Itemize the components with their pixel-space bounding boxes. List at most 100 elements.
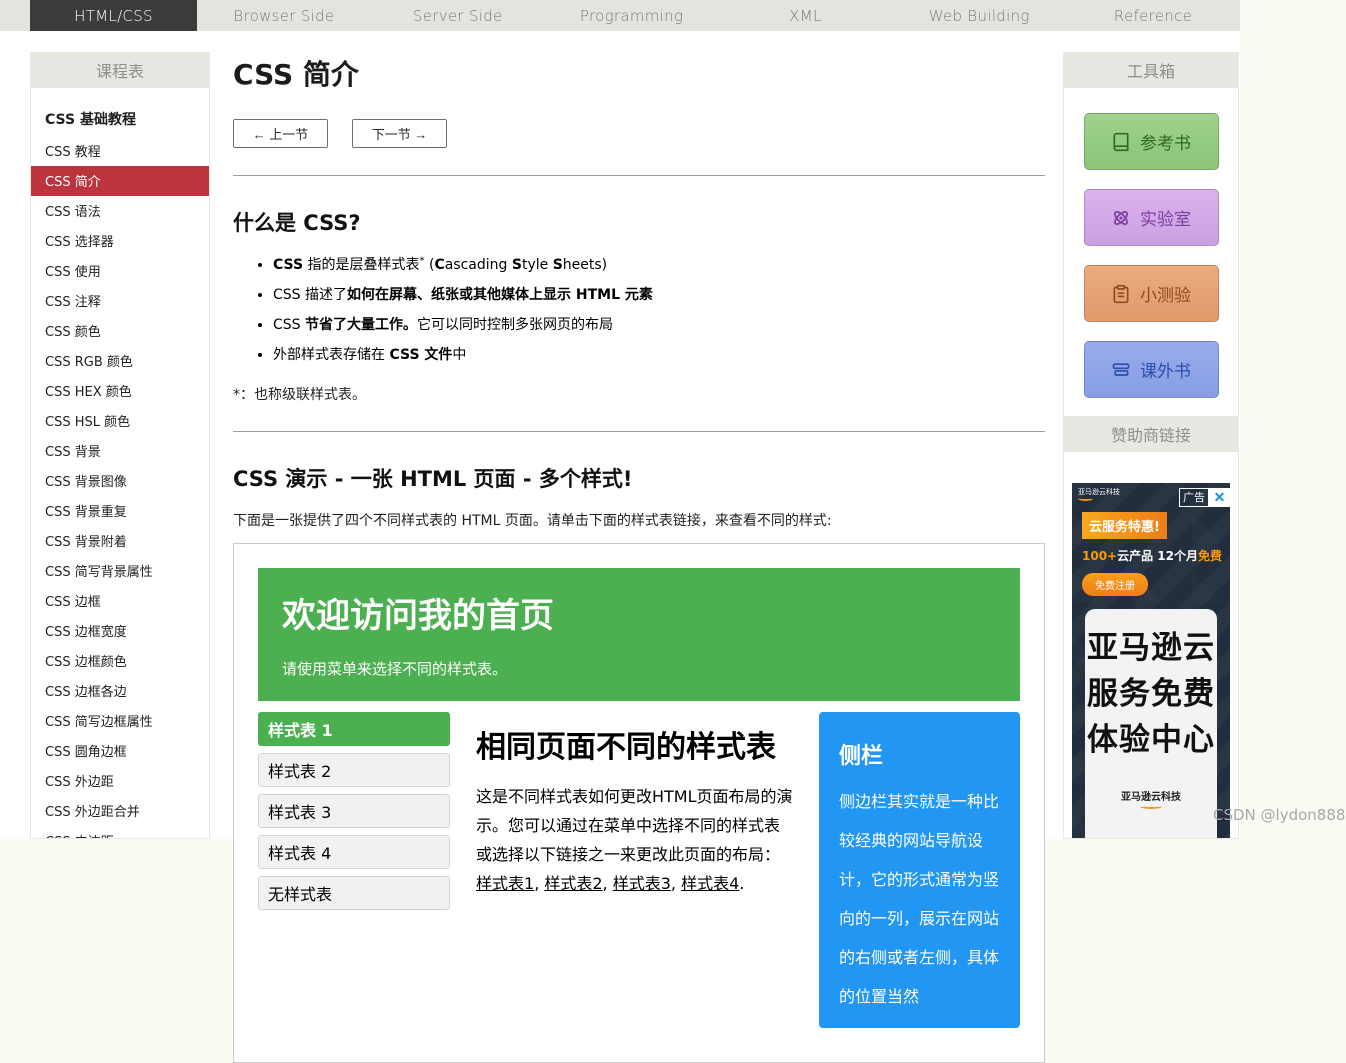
course-item[interactable]: CSS 圆角边框	[31, 736, 209, 766]
demo-sidebar: 侧栏 侧边栏其实就是一种比较经典的网站导航设计，它的形式通常为竖向的一列，展示在…	[819, 712, 1020, 1028]
course-sidebar: 课程表 CSS 基础教程CSS 教程CSS 简介CSS 语法CSS 选择器CSS…	[30, 52, 210, 839]
css-facts-list: CSS 指的是层叠样式表* (Cascading Style Sheets) CS…	[256, 254, 1045, 364]
course-item[interactable]: CSS 简写边框属性	[31, 706, 209, 736]
ad-flags: 广告 ✕	[1179, 488, 1230, 507]
course-item[interactable]: CSS 颜色	[31, 316, 209, 346]
course-item[interactable]: CSS 内边距	[31, 826, 209, 839]
css-fact-item: CSS 节省了大量工作。它可以同时控制多张网页的布局	[273, 314, 1045, 334]
nav-tab-html-css[interactable]: HTML/CSS	[30, 0, 197, 31]
tool-button-参考书[interactable]: 参考书	[1084, 113, 1219, 170]
tool-button-实验室[interactable]: 实验室	[1084, 189, 1219, 246]
css-fact-item: CSS 指的是层叠样式表* (Cascading Style Sheets)	[273, 254, 1045, 274]
nav-tab-web-building[interactable]: Web Building	[892, 0, 1066, 31]
course-item[interactable]: CSS 背景附着	[31, 526, 209, 556]
nav-tab-reference[interactable]: Reference	[1066, 0, 1240, 31]
tool-button-label: 小测验	[1140, 281, 1191, 306]
ad-promo-badge: 云服务特惠!	[1082, 512, 1167, 539]
demo-banner-subtitle: 请使用菜单来选择不同的样式表。	[282, 658, 996, 679]
demo-content: 相同页面不同的样式表 这是不同样式表如何更改HTML页面布局的演示。您可以通过在…	[450, 712, 819, 1028]
course-item[interactable]: CSS 教程	[31, 136, 209, 166]
course-item[interactable]: CSS 边框各边	[31, 676, 209, 706]
course-item[interactable]: CSS 边框	[31, 586, 209, 616]
ad-card-logo: 亚马逊云科技	[1121, 788, 1181, 809]
ad-signup-button[interactable]: 免费注册	[1082, 573, 1148, 596]
ad-badge-label: 广告	[1179, 488, 1209, 507]
nav-tab-browser-side[interactable]: Browser Side	[197, 0, 371, 31]
prev-lesson-button[interactable]: ← 上一节	[233, 119, 328, 148]
demo-stylesheet-menu: 样式表 1 样式表 2 样式表 3 样式表 4 无样式表	[258, 712, 450, 1028]
sponsor-ad-wrap: 亚马逊云科技 广告 ✕ 云服务特惠! 100+云产品 12个月免费 免费注册 亚…	[1064, 452, 1238, 838]
tool-button-课外书[interactable]: 课外书	[1084, 341, 1219, 398]
demo-content-text: 这是不同样式表如何更改HTML页面布局的演示。您可以通过在菜单中选择不同的样式表…	[476, 782, 793, 898]
toolbox-title: 工具箱	[1063, 52, 1239, 88]
ad-offer-text: 100+云产品 12个月免费	[1082, 547, 1230, 564]
course-item[interactable]: CSS 边框颜色	[31, 646, 209, 676]
course-item[interactable]: CSS 选择器	[31, 226, 209, 256]
demo-intro-text: 下面是一张提供了四个不同样式表的 HTML 页面。请单击下面的样式表链接，来查看…	[233, 510, 1045, 530]
lesson-nav: ← 上一节 下一节 →	[233, 119, 1045, 148]
course-item[interactable]: CSS 注释	[31, 286, 209, 316]
demo-menu-item-5[interactable]: 无样式表	[258, 876, 450, 910]
main-content: CSS 简介 ← 上一节 下一节 → 什么是 CSS? CSS 指的是层叠样式表…	[233, 31, 1045, 1063]
divider	[233, 175, 1045, 176]
csdn-watermark: CSDN @lydon888	[1213, 806, 1345, 824]
ad-top-bar: 亚马逊云科技 广告 ✕	[1072, 483, 1230, 505]
demo-menu-item-3[interactable]: 样式表 3	[258, 794, 450, 828]
ad-card-headline: 亚马逊云服务免费体验中心	[1085, 625, 1217, 763]
toolbox-buttons: 参考书实验室小测验课外书	[1064, 88, 1238, 416]
nav-tab-programming[interactable]: Programming	[545, 0, 719, 31]
page-title: CSS 简介	[233, 53, 1045, 93]
section-heading-what-is-css: 什么是 CSS?	[233, 207, 1045, 237]
course-item[interactable]: CSS 外边距合并	[31, 796, 209, 826]
tools-sidebar: 工具箱 参考书实验室小测验课外书 赞助商链接 亚马逊云科技 广告 ✕ 云服务特惠…	[1063, 52, 1239, 839]
course-item[interactable]: CSS 语法	[31, 196, 209, 226]
amazon-smile-icon	[1078, 496, 1093, 501]
nav-tab-xml[interactable]: XML	[718, 0, 892, 31]
tool-button-label: 实验室	[1140, 205, 1191, 230]
amazon-logo: 亚马逊云科技	[1078, 488, 1120, 501]
nav-tab-server-side[interactable]: Server Side	[371, 0, 545, 31]
course-item[interactable]: CSS 背景	[31, 436, 209, 466]
demo-menu-item-1[interactable]: 样式表 1	[258, 712, 450, 746]
course-sidebar-title: 课程表	[30, 52, 210, 88]
course-section-header: CSS 基础教程	[31, 100, 209, 136]
section-heading-css-demo: CSS 演示 - 一张 HTML 页面 - 多个样式!	[233, 463, 1045, 493]
demo-banner: 欢迎访问我的首页 请使用菜单来选择不同的样式表。	[258, 568, 1020, 701]
course-item[interactable]: CSS 外边距	[31, 766, 209, 796]
course-item[interactable]: CSS 使用	[31, 256, 209, 286]
demo-style-link-4[interactable]: 样式表4	[681, 874, 739, 893]
amazon-cloud-ad[interactable]: 亚马逊云科技 广告 ✕ 云服务特惠! 100+云产品 12个月免费 免费注册 亚…	[1072, 483, 1230, 838]
top-navigation: HTML/CSSBrowser SideServer SideProgrammi…	[0, 0, 1240, 31]
book-icon	[1111, 132, 1131, 152]
footnote: *：也称级联样式表。	[233, 384, 1045, 404]
css-demo-frame: 欢迎访问我的首页 请使用菜单来选择不同的样式表。 样式表 1 样式表 2 样式表 3…	[233, 543, 1045, 1063]
demo-style-link-3[interactable]: 样式表3	[613, 874, 671, 893]
tool-button-小测验[interactable]: 小测验	[1084, 265, 1219, 322]
sponsor-title: 赞助商链接	[1063, 416, 1239, 452]
course-item[interactable]: CSS 背景重复	[31, 496, 209, 526]
clipboard-icon	[1111, 284, 1131, 304]
demo-style-link-1[interactable]: 样式表1	[476, 874, 534, 893]
demo-menu-item-4[interactable]: 样式表 4	[258, 835, 450, 869]
course-item[interactable]: CSS RGB 颜色	[31, 346, 209, 376]
course-item[interactable]: CSS 背景图像	[31, 466, 209, 496]
demo-style-link-2[interactable]: 样式表2	[544, 874, 602, 893]
divider	[233, 431, 1045, 432]
ad-close-icon[interactable]: ✕	[1209, 488, 1230, 507]
ad-card: 亚马逊云服务免费体验中心 亚马逊云科技 爆款服务器 云	[1085, 609, 1217, 838]
amazon-smile-icon	[1140, 804, 1162, 809]
tool-button-label: 参考书	[1140, 129, 1191, 154]
course-item[interactable]: CSS 简写背景属性	[31, 556, 209, 586]
course-item[interactable]: CSS HEX 颜色	[31, 376, 209, 406]
course-item[interactable]: CSS 简介	[31, 166, 209, 196]
atom-icon	[1111, 208, 1131, 228]
course-list: CSS 基础教程CSS 教程CSS 简介CSS 语法CSS 选择器CSS 使用C…	[31, 88, 209, 839]
demo-body: 样式表 1 样式表 2 样式表 3 样式表 4 无样式表 相同页面不同的样式表 这是不同…	[258, 712, 1020, 1028]
tool-button-label: 课外书	[1140, 357, 1191, 382]
next-lesson-button[interactable]: 下一节 →	[352, 119, 447, 148]
demo-menu-item-2[interactable]: 样式表 2	[258, 753, 450, 787]
demo-content-heading: 相同页面不同的样式表	[476, 722, 793, 766]
course-item[interactable]: CSS HSL 颜色	[31, 406, 209, 436]
course-item[interactable]: CSS 边框宽度	[31, 616, 209, 646]
css-fact-item: CSS 描述了如何在屏幕、纸张或其他媒体上显示 HTML 元素	[273, 284, 1045, 304]
